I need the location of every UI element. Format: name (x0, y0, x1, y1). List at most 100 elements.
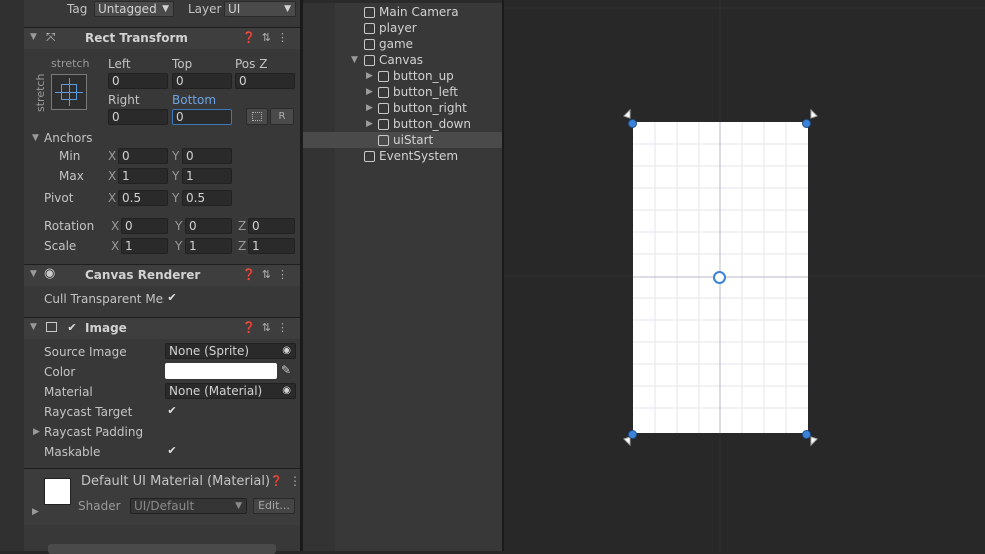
rotation-y-label: Y (175, 219, 183, 233)
more-menu-icon[interactable]: ⋮ (277, 31, 294, 44)
preset-icon[interactable]: ⇅ (262, 321, 277, 334)
foldout-arrow-icon[interactable]: ▼ (30, 322, 37, 332)
top-field[interactable]: 0 (172, 73, 232, 89)
corner-handle-top-left[interactable] (628, 119, 637, 128)
foldout-arrow-icon[interactable]: ▼ (30, 269, 37, 279)
maskable-checkbox[interactable]: ✔ (166, 445, 178, 457)
rotation-x-field[interactable]: 0 (121, 218, 168, 234)
canvas-renderer-header[interactable]: ▼ ◉ Canvas Renderer ❓⇅⋮ (24, 264, 300, 286)
source-image-field[interactable]: None (Sprite) ◉ (165, 343, 296, 359)
right-label: Right (108, 93, 140, 107)
gameobject-icon (378, 87, 389, 98)
button-right-foldout-icon[interactable]: ▶ (366, 100, 373, 116)
help-icon[interactable]: ❓ (242, 31, 262, 44)
canvas-foldout-icon[interactable]: ▼ (351, 52, 358, 68)
pivot-y-field[interactable]: 0.5 (182, 190, 232, 206)
rotation-x-label: X (111, 219, 120, 233)
anchor-max-y-field[interactable]: 1 (182, 168, 232, 184)
help-icon[interactable]: ❓ (270, 476, 282, 487)
chevron-down-icon: ▼ (162, 4, 169, 14)
cull-transparent-checkbox[interactable]: ✔ (166, 292, 178, 304)
bottom-field[interactable]: 0 (172, 109, 232, 125)
hierarchy-item-uistart[interactable]: uiStart (378, 132, 433, 148)
posz-label: Pos Z (235, 57, 268, 71)
help-icon[interactable]: ❓ (242, 268, 262, 281)
source-image-value: None (Sprite) (169, 344, 250, 358)
help-icon[interactable]: ❓ (242, 321, 262, 334)
layer-dropdown[interactable]: UI ▼ (224, 1, 296, 17)
chevron-down-icon: ▼ (235, 501, 242, 511)
eye-icon: ◉ (44, 266, 56, 281)
anchor-v-line (69, 78, 70, 106)
hierarchy-item-player[interactable]: player (364, 20, 417, 36)
scene-grid (504, 0, 985, 551)
material-foldout-icon[interactable]: ▶ (32, 504, 39, 520)
tag-dropdown[interactable]: Untagged ▼ (94, 1, 174, 17)
material-field[interactable]: None (Material) ◉ (165, 383, 296, 399)
component-header-icons[interactable]: ❓⇅⋮ (242, 31, 294, 44)
raycast-padding-foldout-icon[interactable]: ▶ (33, 424, 40, 440)
corner-handle-bottom-left[interactable] (628, 430, 637, 439)
pivot-x-label: X (108, 191, 117, 205)
maskable-label: Maskable (44, 445, 101, 459)
color-swatch[interactable] (165, 363, 277, 379)
button-left-foldout-icon[interactable]: ▶ (366, 84, 373, 100)
raw-edit-button[interactable]: R (270, 108, 294, 125)
foldout-arrow-icon[interactable]: ▼ (30, 32, 37, 42)
right-field[interactable]: 0 (108, 109, 168, 125)
hierarchy-item-game[interactable]: game (364, 36, 413, 52)
left-label: Left (108, 57, 131, 71)
min-label: Min (59, 149, 81, 163)
material-label: Material (44, 385, 93, 399)
more-menu-icon[interactable]: ⋮ (277, 321, 294, 334)
anchor-min-y-field[interactable]: 0 (182, 148, 232, 164)
add-component-button[interactable] (48, 544, 276, 554)
corner-handle-top-right[interactable] (802, 119, 811, 128)
image-enabled-checkbox[interactable]: ✔ (66, 322, 78, 334)
raycast-target-checkbox[interactable]: ✔ (166, 405, 178, 417)
anchors-label[interactable]: Anchors (44, 130, 93, 146)
hierarchy-item-button-left[interactable]: button_left (378, 84, 458, 100)
hierarchy-item-canvas[interactable]: Canvas (364, 52, 423, 68)
object-picker-icon[interactable]: ◉ (282, 384, 291, 398)
corner-handle-bottom-right[interactable] (802, 430, 811, 439)
anchor-preset-button[interactable] (51, 74, 87, 110)
anchor-max-x-field[interactable]: 1 (118, 168, 168, 184)
hierarchy-item-button-up[interactable]: button_up (378, 68, 454, 84)
rotation-y-field[interactable]: 0 (185, 218, 232, 234)
object-picker-icon[interactable]: ◉ (282, 344, 291, 358)
rect-transform-header[interactable]: ▼ ⤧ Rect Transform ❓⇅⋮ (24, 27, 300, 49)
canvas-renderer-title: Canvas Renderer (85, 268, 201, 282)
button-up-foldout-icon[interactable]: ▶ (366, 68, 373, 84)
component-header-icons[interactable]: ❓⇅⋮ (242, 321, 294, 334)
anchor-preset-h-label: stretch (51, 57, 90, 70)
scale-x-field[interactable]: 1 (121, 238, 168, 254)
scale-y-field[interactable]: 1 (185, 238, 232, 254)
hierarchy-item-eventsystem[interactable]: EventSystem (364, 148, 458, 164)
anchor-min-x-field[interactable]: 0 (118, 148, 168, 164)
hierarchy-item-button-down[interactable]: button_down (378, 116, 471, 132)
top-label: Top (172, 57, 193, 71)
blueprint-mode-button[interactable] (246, 108, 268, 125)
preset-icon[interactable]: ⇅ (262, 268, 277, 281)
component-header-icons[interactable]: ❓⇅⋮ (242, 268, 294, 281)
posz-field[interactable]: 0 (235, 73, 295, 89)
scale-z-field[interactable]: 1 (248, 238, 295, 254)
rotation-z-field[interactable]: 0 (248, 218, 295, 234)
shader-edit-button[interactable]: Edit... (253, 498, 295, 514)
button-down-foldout-icon[interactable]: ▶ (366, 116, 373, 132)
left-field[interactable]: 0 (108, 73, 168, 89)
pivot-handle[interactable] (713, 271, 726, 284)
scene-view[interactable] (504, 0, 985, 551)
pivot-x-field[interactable]: 0.5 (118, 190, 168, 206)
hierarchy-item-main-camera[interactable]: Main Camera (364, 4, 459, 20)
raycast-padding-label[interactable]: Raycast Padding (44, 424, 143, 440)
image-header[interactable]: ▼ ✔ Image ❓⇅⋮ (24, 317, 300, 339)
more-menu-icon[interactable]: ⋮ (277, 268, 294, 281)
anchors-foldout-icon[interactable]: ▼ (32, 130, 39, 146)
preset-icon[interactable]: ⇅ (262, 31, 277, 44)
hierarchy-item-button-right[interactable]: button_right (378, 100, 467, 116)
hierarchy-top-strip (303, 0, 502, 3)
shader-dropdown[interactable]: UI/Default ▼ (130, 498, 247, 514)
eyedropper-icon[interactable]: ✎ (281, 363, 291, 377)
